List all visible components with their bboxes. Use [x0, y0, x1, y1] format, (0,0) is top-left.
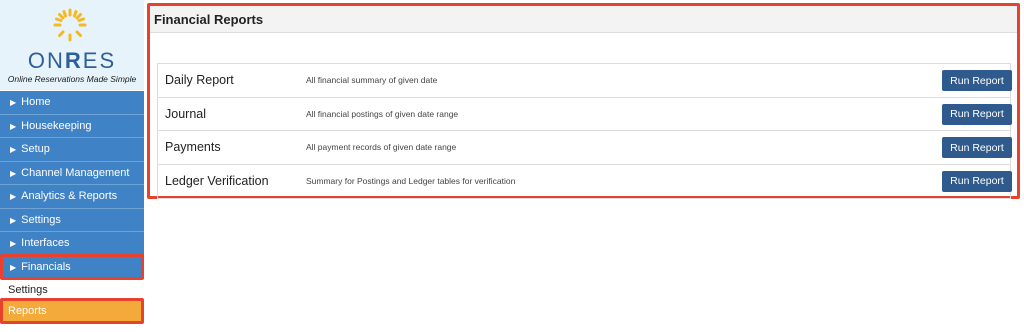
sidebar: ONRES Online Reservations Made Simple ▶ H…	[0, 0, 144, 332]
financial-reports-panel: Financial Reports Daily Report All finan…	[147, 3, 1020, 199]
brand-name: ONRES	[27, 48, 117, 73]
logo: ONRES Online Reservations Made Simple	[0, 0, 144, 90]
nav-setup[interactable]: ▶ Setup	[0, 138, 144, 162]
nav-analytics-reports[interactable]: ▶ Analytics & Reports	[0, 185, 144, 209]
report-name: Ledger Verification	[165, 173, 269, 188]
nav-housekeeping[interactable]: ▶ Housekeeping	[0, 114, 144, 138]
run-report-button[interactable]: Run Report	[942, 103, 1012, 125]
subnav-settings[interactable]: Settings	[0, 279, 144, 301]
report-name: Journal	[165, 106, 206, 121]
report-desc: All financial postings of given date ran…	[306, 108, 459, 119]
reports-table: Daily Report All financial summary of gi…	[157, 63, 1012, 199]
panel-title: Financial Reports	[150, 6, 1017, 33]
report-desc: Summary for Postings and Ledger tables f…	[306, 175, 516, 186]
nav-channel-management[interactable]: ▶ Channel Management	[0, 161, 144, 185]
report-row: Daily Report All financial summary of gi…	[158, 64, 1012, 98]
report-desc: All financial summary of given date	[306, 75, 438, 85]
nav-settings[interactable]: ▶ Settings	[0, 208, 144, 232]
report-row: Payments All payment records of given da…	[158, 131, 1012, 165]
sun-icon	[53, 8, 87, 42]
report-desc: All payment records of given date range	[306, 142, 457, 152]
report-row: Ledger Verification Summary for Postings…	[158, 165, 1012, 199]
report-row: Journal All financial postings of given …	[158, 98, 1012, 131]
brand-tagline: Online Reservations Made Simple	[7, 74, 137, 84]
subnav-reports[interactable]: Reports	[0, 300, 144, 322]
run-report-button[interactable]: Run Report	[942, 170, 1012, 192]
run-report-button[interactable]: Run Report	[942, 137, 1012, 158]
run-report-button[interactable]: Run Report	[942, 70, 1012, 91]
report-name: Payments	[165, 140, 221, 154]
nav-interfaces[interactable]: ▶ Interfaces	[0, 232, 144, 256]
report-name: Daily Report	[165, 73, 234, 87]
nav-financials[interactable]: ▶ Financials	[0, 255, 144, 279]
nav-home[interactable]: ▶ Home	[0, 91, 144, 115]
